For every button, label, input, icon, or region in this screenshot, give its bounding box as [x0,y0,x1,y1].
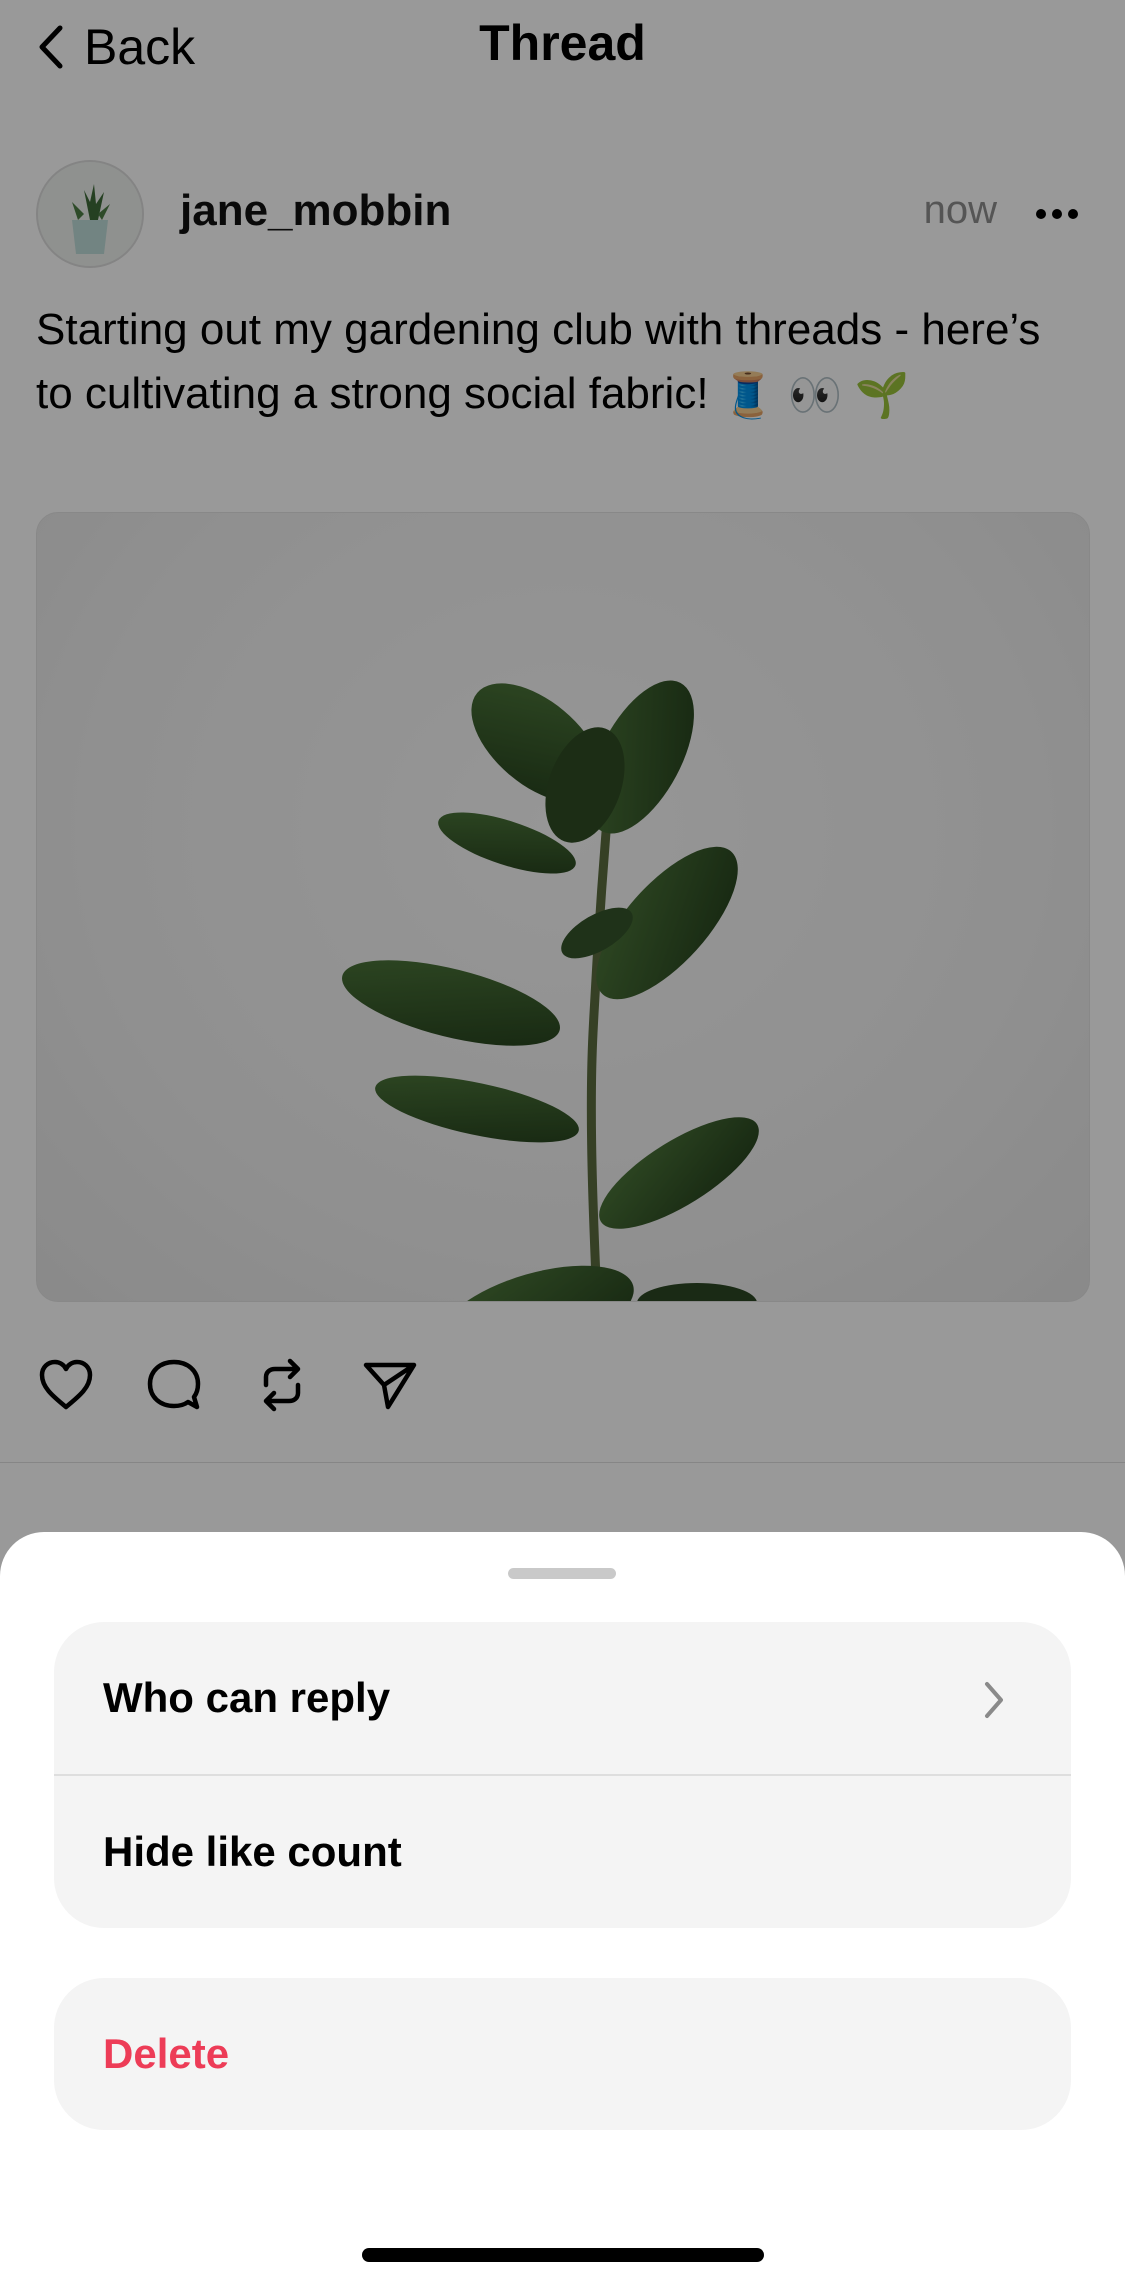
chevron-right-icon [985,1682,1003,1718]
who-can-reply-label: Who can reply [103,1674,391,1721]
delete-button[interactable]: Delete [54,1978,1071,2130]
delete-label: Delete [103,2030,230,2077]
delete-group: Delete [54,1978,1071,2130]
sheet-grabber[interactable] [508,1568,616,1579]
hide-like-count-label: Hide like count [103,1828,402,1875]
who-can-reply-option[interactable]: Who can reply [54,1622,1071,1774]
hide-like-count-option[interactable]: Hide like count [54,1776,1071,1928]
options-bottom-sheet: Who can reply Hide like count Delete [0,1532,1125,2284]
options-group: Who can reply Hide like count [54,1622,1071,1928]
thread-screen: Back Thread jane_mobbin now Starting out… [0,0,1125,2284]
home-indicator[interactable] [362,2248,764,2262]
